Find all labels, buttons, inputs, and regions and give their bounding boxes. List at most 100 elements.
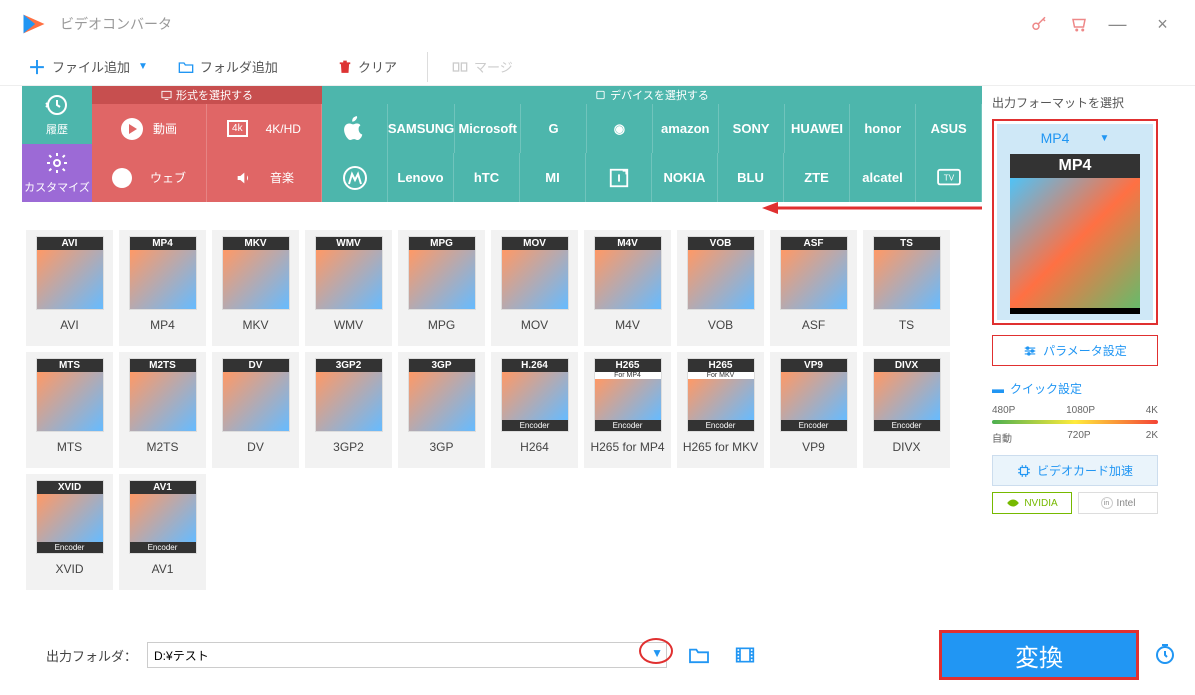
brand-mi[interactable]: MI	[520, 153, 586, 202]
device-icon	[595, 90, 606, 100]
format-wmv[interactable]: WMVWMV	[305, 230, 392, 346]
brand-blu[interactable]: BLU	[718, 153, 784, 202]
chip-icon	[1017, 464, 1031, 478]
audio-category[interactable]: 音楽	[207, 153, 322, 202]
format-asf[interactable]: ASFASF	[770, 230, 857, 346]
format-select-dropdown[interactable]: MP4 ▼	[1003, 130, 1147, 146]
app-title: ビデオコンバータ	[60, 14, 1015, 34]
format-xvid[interactable]: XVIDEncoderXVID	[26, 474, 113, 590]
brand-huawei[interactable]: HUAWEI	[785, 104, 851, 153]
brand-zte[interactable]: ZTE	[784, 153, 850, 202]
format-m4v[interactable]: M4VM4V	[584, 230, 671, 346]
add-folder-button[interactable]: フォルダ追加	[178, 57, 278, 76]
brand-nokia[interactable]: NOKIA	[652, 153, 718, 202]
4k-icon: 4k	[227, 120, 248, 137]
brand-amazon[interactable]: amazon	[653, 104, 719, 153]
format-dv[interactable]: DVDV	[212, 352, 299, 468]
close-button[interactable]: ×	[1140, 4, 1185, 44]
folder-plus-icon	[178, 60, 194, 74]
brand-oneplus[interactable]	[586, 153, 652, 202]
web-category[interactable]: ウェブ	[92, 153, 207, 202]
cart-icon[interactable]	[1063, 8, 1095, 40]
brand-motorola[interactable]	[322, 153, 388, 202]
gear-icon	[45, 151, 69, 175]
format-preview-thumb: MP4	[1010, 154, 1140, 314]
output-folder-label: 出力フォルダ：	[46, 646, 137, 665]
apple-icon	[343, 116, 365, 142]
convert-button[interactable]: 変換	[939, 630, 1139, 680]
motorola-icon	[343, 166, 367, 190]
add-file-button[interactable]: ＋ ファイル追加 ▼	[28, 54, 148, 80]
4k-category[interactable]: 4k 4K/HD	[207, 104, 322, 153]
intel-chip[interactable]: in Intel	[1078, 492, 1158, 514]
brand-g[interactable]: G	[521, 104, 587, 153]
schedule-button[interactable]	[1153, 642, 1177, 669]
format-3gp[interactable]: 3GP3GP	[398, 352, 485, 468]
format-mp4[interactable]: MP4MP4	[119, 230, 206, 346]
film-icon-button[interactable]	[731, 641, 759, 669]
format-header: 形式を選択する	[92, 86, 322, 104]
open-folder-button[interactable]	[685, 641, 713, 669]
merge-icon	[452, 60, 468, 74]
format-h265-for-mkv[interactable]: H265For MKVEncoderH265 for MKV	[677, 352, 764, 468]
speaker-icon	[234, 170, 252, 186]
brand-apple[interactable]	[322, 104, 388, 153]
clear-button[interactable]: クリア	[338, 57, 397, 76]
format-mov[interactable]: MOVMOV	[491, 230, 578, 346]
chevron-down-icon[interactable]: ▼	[138, 61, 148, 72]
brand-asus[interactable]: ASUS	[916, 104, 982, 153]
parameter-settings-button[interactable]: パラメータ設定	[992, 335, 1158, 366]
history-label: 履歴	[46, 121, 68, 137]
customize-tab[interactable]: カスタマイズ	[22, 144, 92, 202]
customize-label: カスタマイズ	[24, 179, 90, 195]
key-icon[interactable]	[1023, 8, 1055, 40]
format-avi[interactable]: AVIAVI	[26, 230, 113, 346]
output-folder-input[interactable]	[147, 642, 667, 668]
brand-alcatel[interactable]: alcatel	[850, 153, 916, 202]
format-mts[interactable]: MTSMTS	[26, 352, 113, 468]
brand-sony[interactable]: SONY	[719, 104, 785, 153]
video-category[interactable]: 動画	[92, 104, 207, 153]
format-av1[interactable]: AV1EncoderAV1	[119, 474, 206, 590]
plus-icon: ＋	[28, 54, 46, 80]
format-ts[interactable]: TSTS	[863, 230, 950, 346]
clear-label: クリア	[358, 57, 397, 76]
history-tab[interactable]: 履歴	[22, 86, 92, 144]
intel-icon: in	[1101, 497, 1113, 509]
minimize-button[interactable]: —	[1095, 4, 1140, 44]
format-mkv[interactable]: MKVMKV	[212, 230, 299, 346]
format-3gp2[interactable]: 3GP23GP2	[305, 352, 392, 468]
format-divx[interactable]: DIVXEncoderDIVX	[863, 352, 950, 468]
oneplus-icon	[608, 167, 630, 189]
svg-text:TV: TV	[943, 173, 954, 182]
quick-settings-title: ▬ クイック設定	[992, 380, 1158, 397]
output-format-title: 出力フォーマットを選択	[992, 94, 1158, 111]
brand-htc[interactable]: hTC	[454, 153, 520, 202]
format-vob[interactable]: VOBVOB	[677, 230, 764, 346]
format-preview-box: MP4 ▼ MP4	[992, 119, 1158, 325]
gpu-accel-button[interactable]: ビデオカード加速	[992, 455, 1158, 486]
format-m2ts[interactable]: M2TSM2TS	[119, 352, 206, 468]
brand-microsoft[interactable]: Microsoft	[455, 104, 521, 153]
brand-lenovo[interactable]: Lenovo	[388, 153, 454, 202]
merge-button[interactable]: マージ	[452, 57, 513, 76]
format-vp9[interactable]: VP9EncoderVP9	[770, 352, 857, 468]
brand-samsung[interactable]: SAMSUNG	[388, 104, 455, 153]
brand-tv[interactable]: TV	[916, 153, 982, 202]
red-arrow-annotation	[762, 198, 982, 218]
format-mpg[interactable]: MPGMPG	[398, 230, 485, 346]
brand-honor[interactable]: honor	[850, 104, 916, 153]
format-h265-for-mp4[interactable]: H265For MP4EncoderH265 for MP4	[584, 352, 671, 468]
merge-label: マージ	[474, 57, 513, 76]
app-logo-icon	[20, 10, 48, 38]
chevron-down-icon: ▼	[1099, 133, 1109, 144]
format-h264[interactable]: H.264EncoderH264	[491, 352, 578, 468]
tv-icon: TV	[936, 168, 962, 188]
nvidia-chip[interactable]: NVIDIA	[992, 492, 1072, 514]
resolution-slider[interactable]: 480P 1080P 4K 自動 720P 2K	[992, 405, 1158, 445]
play-icon	[121, 118, 143, 140]
add-folder-label: フォルダ追加	[200, 57, 278, 76]
brand-lg[interactable]: ◉	[587, 104, 653, 153]
add-file-label: ファイル追加	[52, 57, 130, 76]
annotation-circle	[639, 638, 673, 664]
